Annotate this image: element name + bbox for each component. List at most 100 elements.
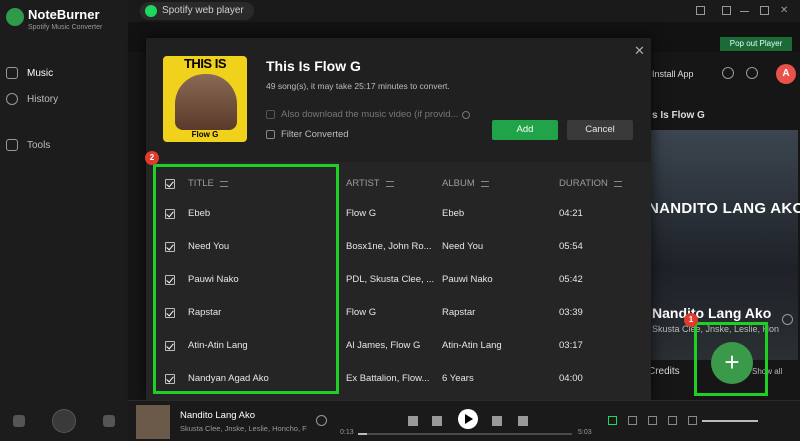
theme-icon[interactable] (696, 6, 705, 15)
dialog-header: THIS IS Flow G This Is Flow G 49 song(s)… (146, 38, 651, 162)
lyrics-icon[interactable] (608, 416, 617, 425)
noteburner-logo-icon (6, 8, 24, 26)
close-window-icon[interactable]: ✕ (780, 6, 789, 16)
sidebar-item-label: Music (27, 67, 54, 79)
now-playing-song-title: Nandito Lang Ako (652, 305, 772, 321)
highlight-frame-selection (153, 164, 339, 394)
progress-fill (358, 433, 367, 435)
credits-label: Credits (648, 366, 680, 377)
column-duration[interactable]: DURATION (559, 178, 622, 189)
banner-text: NANDITO LANG AKO (648, 200, 800, 217)
settings-icon[interactable] (13, 415, 26, 427)
column-duration-label: DURATION (559, 178, 608, 189)
top-bar: Spotify web player ✕ (128, 0, 800, 22)
row-album: Need You (442, 241, 484, 252)
add-to-library-icon[interactable] (316, 415, 327, 426)
tab-spotify-web-player[interactable]: Spotify web player (140, 2, 254, 20)
queue-icon[interactable] (628, 416, 637, 425)
minimize-icon[interactable] (740, 6, 749, 12)
menu-icon[interactable] (722, 6, 731, 15)
tab-label: Spotify web player (162, 5, 244, 16)
sidebar-item-label: History (27, 93, 59, 105)
volume-slider[interactable] (702, 420, 758, 422)
app-name: NoteBurner (28, 7, 100, 22)
step-badge-1: 1 (684, 313, 698, 327)
step-badge-2: 2 (145, 151, 159, 165)
row-artist: Al James, Flow G (346, 340, 421, 351)
toolbox-icon (6, 139, 18, 151)
option-filter-converted[interactable]: Filter Converted (266, 129, 349, 140)
screen-icon[interactable] (518, 416, 528, 426)
friends-icon[interactable] (746, 67, 758, 79)
row-album: 6 Years (442, 373, 474, 384)
row-duration: 05:42 (559, 274, 583, 285)
row-artist: Flow G (346, 208, 377, 219)
sort-icon[interactable] (480, 180, 489, 187)
maximize-icon[interactable] (760, 6, 769, 15)
user-avatar[interactable]: A (776, 64, 796, 84)
time-current: 0:13 (340, 429, 354, 436)
progress-bar[interactable] (358, 433, 572, 435)
checkbox-icon[interactable] (266, 130, 275, 139)
row-duration: 04:00 (559, 373, 583, 384)
sidebar-footer (0, 401, 128, 441)
column-artist-label: ARTIST (346, 178, 380, 189)
playlist-heading: s Is Flow G (652, 110, 705, 121)
miniplayer-icon[interactable] (668, 416, 677, 425)
row-duration: 03:17 (559, 340, 583, 351)
playlist-cover: THIS IS Flow G (163, 56, 247, 142)
add-circle-icon[interactable] (782, 314, 793, 325)
next-icon[interactable] (492, 416, 502, 426)
time-total: 5:03 (578, 429, 592, 436)
clock-icon (6, 93, 18, 105)
headphones-icon (6, 67, 18, 79)
mail-icon[interactable] (102, 415, 115, 427)
sidebar-item-tools[interactable]: Tools (0, 134, 128, 156)
row-album: Atin-Atin Lang (442, 340, 502, 351)
column-album-label: ALBUM (442, 178, 475, 189)
option-label: Also download the music video (if provid… (281, 109, 459, 120)
checkbox-icon[interactable] (266, 110, 275, 119)
dialog-title: This Is Flow G (266, 58, 361, 74)
app-subtitle: Spotify Music Converter (28, 24, 103, 31)
row-artist: Bosx1ne, John Ro... (346, 241, 432, 252)
install-app-link[interactable]: Install App (652, 69, 694, 79)
bell-icon[interactable] (722, 67, 734, 79)
column-album[interactable]: ALBUM (442, 178, 489, 189)
dialog-subtitle: 49 song(s), it may take 25:17 minutes to… (266, 81, 450, 91)
sidebar-item-music[interactable]: Music (0, 62, 128, 84)
close-icon[interactable]: ✕ (634, 43, 645, 59)
sidebar-item-label: Tools (27, 139, 51, 151)
avatar[interactable] (51, 409, 76, 433)
add-button[interactable]: Add (492, 120, 558, 140)
sidebar: NoteBurner Spotify Music Converter Music… (0, 0, 128, 441)
popout-player-button[interactable]: Pop out Player (720, 37, 792, 51)
row-album: Ebeb (442, 208, 465, 219)
artist-photo (175, 74, 237, 130)
column-artist[interactable]: ARTIST (346, 178, 394, 189)
track-title: Nandito Lang Ako (180, 410, 256, 421)
previous-icon[interactable] (432, 416, 442, 426)
row-album: Pauwi Nako (442, 274, 493, 285)
cover-artist-name: Flow G (191, 130, 219, 139)
cancel-button[interactable]: Cancel (567, 120, 633, 140)
row-duration: 04:21 (559, 208, 583, 219)
sort-icon[interactable] (613, 180, 622, 187)
volume-icon[interactable] (688, 416, 697, 425)
row-artist: Ex Battalion, Flow... (346, 373, 430, 384)
option-label: Filter Converted (281, 129, 349, 140)
shuffle-icon[interactable] (408, 416, 418, 426)
track-artists: Skusta Clee, Jnske, Leslie, Honcho, F (180, 424, 307, 433)
row-album: Rapstar (442, 307, 476, 318)
sidebar-item-history[interactable]: History (0, 88, 128, 110)
option-download-video[interactable]: Also download the music video (if provid… (266, 109, 471, 120)
cover-heading: THIS IS (183, 56, 227, 71)
row-artist: Flow G (346, 307, 377, 318)
row-duration: 03:39 (559, 307, 583, 318)
highlight-frame-add (694, 322, 768, 396)
sort-icon[interactable] (385, 180, 394, 187)
devices-icon[interactable] (648, 416, 657, 425)
play-button[interactable] (458, 409, 478, 429)
info-icon[interactable] (462, 110, 471, 119)
row-duration: 05:54 (559, 241, 583, 252)
